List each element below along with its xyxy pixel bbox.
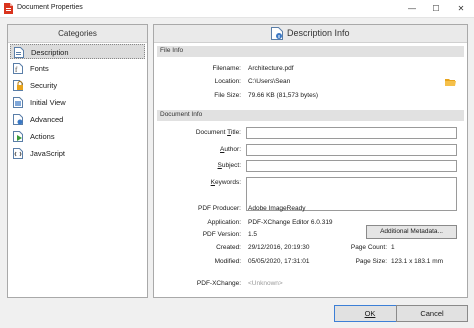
- pdf-producer-value: Adobe ImageReady: [248, 205, 306, 212]
- location-label: Location:: [214, 78, 241, 85]
- ok-button-label: OK: [364, 309, 376, 318]
- maximize-button[interactable]: ☐: [424, 0, 448, 17]
- title-bar[interactable]: Document Properties — ☐ ✕: [0, 0, 474, 18]
- pdf-xchange-value: <Unknown>: [248, 280, 283, 287]
- category-label: JavaScript: [30, 149, 66, 158]
- category-item-fonts[interactable]: f Fonts: [10, 61, 145, 76]
- description-icon: [14, 47, 24, 58]
- file-size-label: File Size:: [214, 92, 241, 99]
- category-item-initial-view[interactable]: Initial View: [10, 95, 145, 110]
- security-icon: [13, 80, 23, 91]
- panel-header: Description Info: [154, 25, 467, 43]
- created-label: Created:: [216, 244, 241, 251]
- author-input[interactable]: [246, 144, 457, 156]
- category-item-advanced[interactable]: Advanced: [10, 112, 145, 127]
- document-title-label: Document Title:: [195, 129, 241, 136]
- keywords-label: Keywords:: [210, 179, 241, 186]
- app-icon: [4, 3, 13, 14]
- pdf-version-value: 1.5: [248, 231, 258, 238]
- categories-header: Categories: [8, 25, 147, 43]
- file-size-value: 79.66 KB (81,573 bytes): [248, 92, 319, 99]
- pdf-xchange-label: PDF-XChange:: [196, 280, 241, 287]
- category-label: Initial View: [30, 98, 66, 107]
- category-label: Actions: [30, 132, 55, 141]
- cancel-button[interactable]: Cancel: [396, 305, 468, 322]
- javascript-icon: [13, 148, 23, 159]
- actions-icon: [13, 131, 23, 142]
- initial-view-icon: [13, 97, 23, 108]
- page-count-label: Page Count:: [350, 244, 387, 251]
- pdf-producer-label: PDF Producer:: [198, 205, 241, 212]
- window-title: Document Properties: [17, 4, 83, 11]
- application-label: Application:: [207, 219, 241, 226]
- filename-label: Filename:: [212, 65, 241, 72]
- description-info-icon: [271, 27, 283, 40]
- category-label: Fonts: [30, 64, 49, 73]
- page-size-value: 123.1 x 183.1 mm: [391, 258, 444, 265]
- cancel-button-label: Cancel: [420, 309, 444, 318]
- panel-title: Description Info: [287, 28, 350, 38]
- subject-label: Subject:: [217, 162, 242, 169]
- group-label: File Info: [160, 47, 184, 54]
- additional-metadata-button[interactable]: Additional Metadata...: [366, 225, 457, 239]
- fonts-icon: f: [13, 63, 23, 74]
- categories-panel: Categories Description f Fonts Security …: [7, 24, 148, 298]
- advanced-icon: [13, 114, 23, 125]
- file-info-group-header: File Info: [157, 46, 464, 57]
- document-info-group-header: Document Info: [157, 110, 464, 121]
- category-label: Description: [31, 48, 69, 57]
- filename-value: Architecture.pdf: [248, 65, 294, 72]
- category-item-description[interactable]: Description: [10, 44, 145, 59]
- page-size-label: Page Size:: [355, 258, 387, 265]
- folder-icon[interactable]: [445, 78, 456, 87]
- pdf-version-label: PDF Version:: [202, 231, 241, 238]
- application-value: PDF-XChange Editor 6.0.319: [248, 219, 333, 226]
- description-panel: Description Info File Info Filename: Arc…: [153, 24, 468, 298]
- group-label: Document Info: [160, 111, 203, 118]
- category-item-security[interactable]: Security: [10, 78, 145, 93]
- page-count-value: 1: [391, 244, 395, 251]
- modified-label: Modified:: [214, 258, 241, 265]
- document-title-input[interactable]: [246, 127, 457, 139]
- close-button[interactable]: ✕: [449, 0, 473, 17]
- subject-input[interactable]: [246, 160, 457, 172]
- category-label: Security: [30, 81, 58, 90]
- category-item-actions[interactable]: Actions: [10, 129, 145, 144]
- location-value: C:\Users\Sean: [248, 78, 291, 85]
- author-label: Author:: [220, 146, 241, 153]
- category-label: Advanced: [30, 115, 64, 124]
- minimize-button[interactable]: —: [400, 0, 424, 17]
- category-item-javascript[interactable]: JavaScript: [10, 146, 145, 161]
